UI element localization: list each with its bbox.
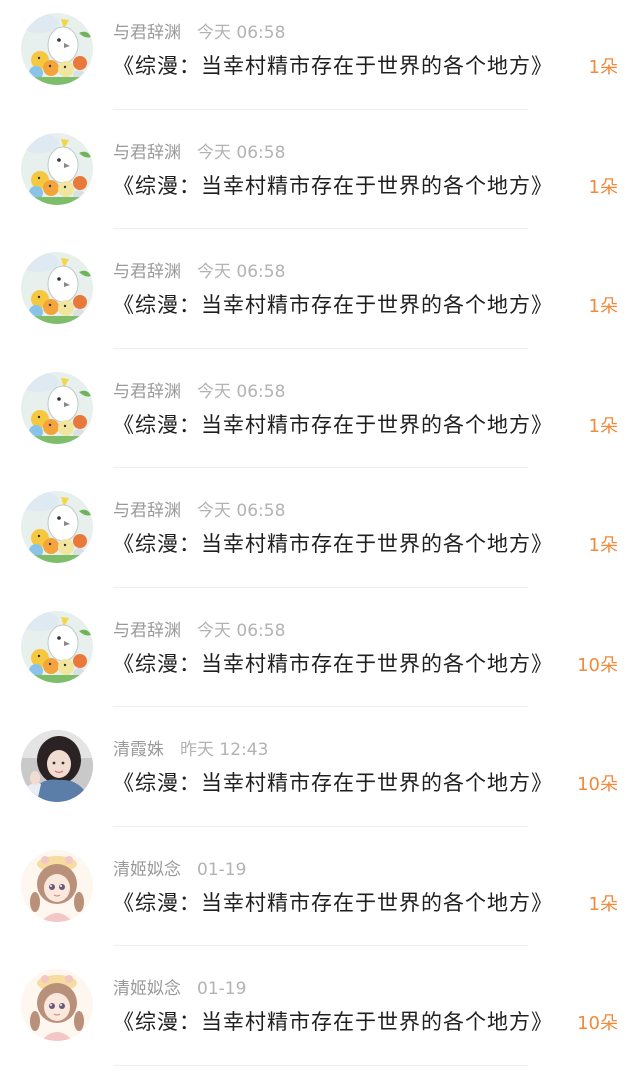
timestamp: 今天 06:58 (197, 262, 286, 282)
timestamp: 01-19 (197, 979, 247, 999)
timestamp: 01-19 (197, 859, 247, 880)
item-meta: 与君辞渊 今天 06:58 (113, 257, 285, 282)
item-meta: 清姬姒念 01-19 (113, 974, 246, 999)
book-title[interactable]: 《综漫：当幸村精市存在于世界的各个地方》 (113, 767, 575, 797)
book-title[interactable]: 《综漫：当幸村精市存在于世界的各个地方》 (113, 648, 575, 678)
book-title[interactable]: 《综漫：当幸村精市存在于世界的各个地方》 (113, 409, 575, 439)
divider (113, 228, 528, 229)
divider (113, 347, 528, 349)
book-title[interactable]: 《综漫：当幸村精市存在于世界的各个地方》 (113, 528, 575, 558)
flower-count: 1朵 (588, 893, 618, 915)
username[interactable]: 与君辞渊 (113, 501, 181, 521)
username[interactable]: 与君辞渊 (113, 621, 181, 641)
bird-cartoon-avatar[interactable] (21, 132, 93, 205)
divider (113, 1064, 528, 1066)
bird-cartoon-avatar[interactable] (21, 610, 93, 683)
list-item[interactable]: 与君辞渊 今天 06:58 《综漫：当幸村精市存在于世界的各个地方》 10朵 (0, 598, 640, 718)
flower-count: 10朵 (577, 774, 618, 795)
anime-girl-avatar[interactable] (21, 969, 93, 1041)
timestamp: 今天 06:58 (197, 381, 286, 402)
divider (113, 467, 528, 468)
list-item[interactable]: 清霞姝 昨天 12:43 《综漫：当幸村精市存在于世界的各个地方》 10朵 (0, 717, 640, 837)
bird-cartoon-avatar[interactable] (21, 371, 93, 444)
username[interactable]: 与君辞渊 (113, 23, 181, 43)
divider (113, 586, 528, 588)
book-title[interactable]: 《综漫：当幸村精市存在于世界的各个地方》 (113, 1006, 575, 1036)
list-item[interactable]: 清姬姒念 01-19 《综漫：当幸村精市存在于世界的各个地方》 1朵 (0, 837, 640, 957)
item-meta: 清霞姝 昨天 12:43 (113, 735, 268, 760)
flower-count: 1朵 (588, 57, 618, 78)
book-title[interactable]: 《综漫：当幸村精市存在于世界的各个地方》 (113, 50, 575, 80)
item-meta: 清姬姒念 01-19 (113, 855, 246, 880)
flower-count: 1朵 (588, 176, 618, 198)
flower-count: 10朵 (577, 654, 618, 676)
username[interactable]: 清姬姒念 (113, 979, 181, 999)
item-meta: 与君辞渊 今天 06:58 (113, 138, 285, 163)
item-meta: 与君辞渊 今天 06:58 (113, 377, 285, 402)
gift-record-list: 与君辞渊 今天 06:58 《综漫：当幸村精市存在于世界的各个地方》 1朵 与君… (0, 0, 640, 1076)
divider (113, 706, 528, 707)
flower-count: 1朵 (588, 415, 618, 437)
divider (113, 945, 528, 946)
list-item[interactable]: 与君辞渊 今天 06:58 《综漫：当幸村精市存在于世界的各个地方》 1朵 (0, 0, 640, 120)
list-item[interactable]: 与君辞渊 今天 06:58 《综漫：当幸村精市存在于世界的各个地方》 1朵 (0, 239, 640, 359)
timestamp: 昨天 12:43 (180, 740, 269, 760)
bird-cartoon-avatar[interactable] (21, 13, 93, 85)
timestamp: 今天 06:58 (197, 23, 286, 43)
girl-photo-avatar[interactable] (21, 730, 93, 802)
list-item[interactable]: 清姬姒念 01-19 《综漫：当幸村精市存在于世界的各个地方》 10朵 (0, 956, 640, 1076)
item-meta: 与君辞渊 今天 06:58 (113, 496, 285, 521)
timestamp: 今天 06:58 (197, 142, 286, 163)
list-item[interactable]: 与君辞渊 今天 06:58 《综漫：当幸村精市存在于世界的各个地方》 1朵 (0, 359, 640, 479)
username[interactable]: 与君辞渊 (113, 143, 181, 163)
username[interactable]: 清霞姝 (113, 740, 164, 760)
username[interactable]: 与君辞渊 (113, 382, 181, 402)
flower-count: 1朵 (588, 535, 618, 556)
list-item[interactable]: 与君辞渊 今天 06:58 《综漫：当幸村精市存在于世界的各个地方》 1朵 (0, 120, 640, 240)
divider (113, 108, 528, 110)
bird-cartoon-avatar[interactable] (21, 491, 93, 563)
username[interactable]: 与君辞渊 (113, 262, 181, 282)
timestamp: 今天 06:58 (197, 620, 286, 641)
username[interactable]: 清姬姒念 (113, 860, 181, 880)
book-title[interactable]: 《综漫：当幸村精市存在于世界的各个地方》 (113, 289, 575, 319)
anime-girl-avatar[interactable] (21, 849, 93, 922)
item-meta: 与君辞渊 今天 06:58 (113, 616, 285, 641)
item-meta: 与君辞渊 今天 06:58 (113, 18, 285, 43)
flower-count: 10朵 (577, 1013, 618, 1034)
book-title[interactable]: 《综漫：当幸村精市存在于世界的各个地方》 (113, 170, 575, 200)
list-item[interactable]: 与君辞渊 今天 06:58 《综漫：当幸村精市存在于世界的各个地方》 1朵 (0, 478, 640, 598)
book-title[interactable]: 《综漫：当幸村精市存在于世界的各个地方》 (113, 887, 575, 917)
flower-count: 1朵 (588, 296, 618, 317)
divider (113, 825, 528, 827)
bird-cartoon-avatar[interactable] (21, 252, 93, 324)
timestamp: 今天 06:58 (197, 501, 286, 521)
